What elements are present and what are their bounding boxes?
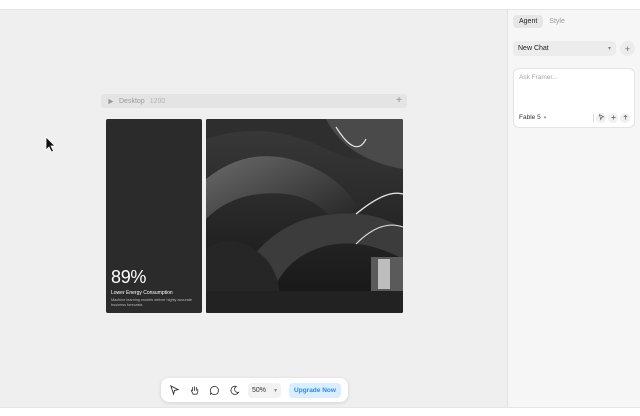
prompt-input[interactable] <box>519 74 629 104</box>
bottom-bar <box>0 407 640 416</box>
canvas-toolbar: 50% ▾ Upgrade Now <box>161 378 348 402</box>
architecture-image[interactable] <box>206 119 403 313</box>
prompt-footer: Fable 5 ▾ <box>519 112 630 123</box>
hand-icon[interactable] <box>186 382 202 398</box>
top-bar <box>0 0 640 10</box>
tab-style[interactable]: Style <box>543 15 571 28</box>
plus-icon[interactable]: + <box>396 96 402 106</box>
panel-tabs: Agent Style <box>513 15 571 28</box>
frame-name: Desktop <box>119 97 145 105</box>
prompt-box: Fable 5 ▾ <box>513 68 635 128</box>
chevron-down-icon: ▾ <box>607 46 611 52</box>
agent-panel: Agent Style New Chat ▾ + Fable 5 ▾ <box>507 10 640 407</box>
frame-header[interactable]: Desktop 1200 + <box>101 94 407 108</box>
stat-title: Lower Energy Consumption <box>111 290 173 296</box>
play-icon[interactable] <box>106 97 114 105</box>
chevron-down-icon: ▾ <box>543 114 547 121</box>
chat-select-value: New Chat <box>518 45 549 52</box>
zoom-value: 50% <box>252 386 267 394</box>
zoom-select[interactable]: 50% ▾ <box>248 382 282 398</box>
new-chat-button[interactable]: + <box>620 41 635 56</box>
mouse-cursor-icon <box>45 136 57 153</box>
stat-value: 89% <box>111 267 147 287</box>
moon-icon[interactable] <box>226 382 242 398</box>
divider <box>593 113 594 122</box>
chat-select[interactable]: New Chat ▾ <box>513 41 616 56</box>
attach-plus-icon[interactable] <box>608 112 618 123</box>
stat-card[interactable]: 89% Lower Energy Consumption Machine lea… <box>106 119 202 313</box>
architecture-illustration <box>206 119 403 313</box>
cursor-icon[interactable] <box>166 382 182 398</box>
plus-icon: + <box>624 43 631 54</box>
model-name: Fable 5 <box>519 114 541 121</box>
model-select[interactable]: Fable 5 ▾ <box>519 114 546 121</box>
prompt-actions <box>590 112 630 123</box>
chevron-down-icon: ▾ <box>274 387 278 394</box>
send-arrow-icon[interactable] <box>620 112 630 123</box>
stat-description: Machine learning models deliver highly a… <box>111 298 193 307</box>
upgrade-button[interactable]: Upgrade Now <box>289 382 341 398</box>
tab-agent[interactable]: Agent <box>513 15 544 28</box>
select-element-icon[interactable] <box>596 112 606 123</box>
comment-icon[interactable] <box>206 382 222 398</box>
frame-width-label: 1200 <box>149 97 166 105</box>
